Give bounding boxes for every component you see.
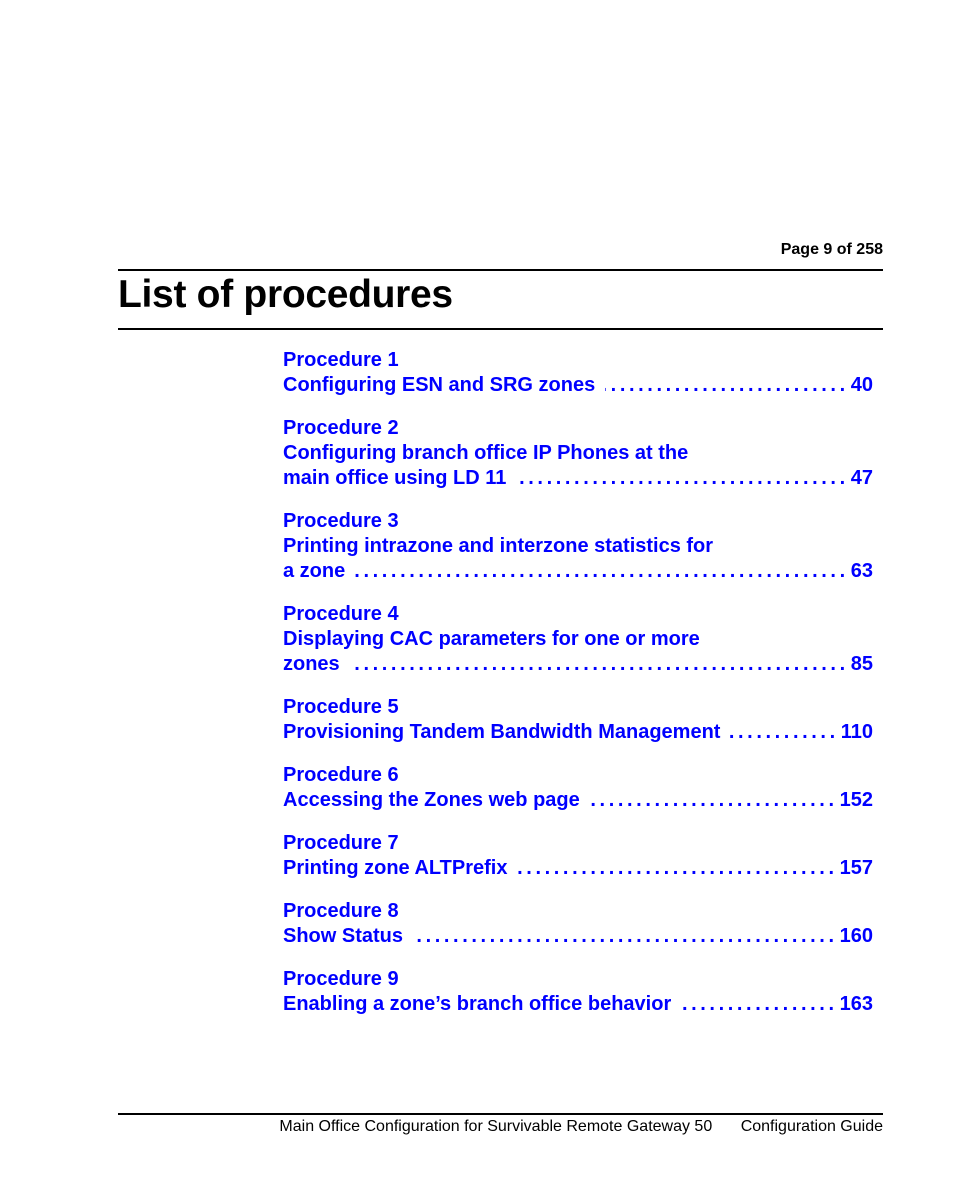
procedure-title: Show Status (283, 925, 404, 947)
procedure-label: Procedure 4 (283, 603, 399, 625)
footer-rule (118, 1113, 883, 1115)
dot-leader: ........................................… (517, 857, 838, 879)
procedure-title: Configuring ESN and SRG zones (283, 374, 596, 396)
procedure-page-number: 40 (850, 374, 873, 396)
procedure-label: Procedure 9 (283, 968, 399, 990)
procedure-toc-line: Configuring ESN and SRG zones ..........… (283, 373, 873, 398)
procedure-link-1[interactable]: Procedure 1 Configuring ESN and SRG zone… (283, 348, 873, 398)
procedure-toc-line: Show Status ............................… (283, 924, 873, 949)
procedure-page-number: 152 (839, 789, 873, 811)
procedure-label: Procedure 5 (283, 696, 399, 718)
procedure-link-3[interactable]: Procedure 3 Printing intrazone and inter… (283, 509, 873, 584)
procedure-title-line: Configuring branch office IP Phones at t… (283, 442, 689, 464)
procedure-title: Enabling a zone’s branch office behavior (283, 993, 672, 1015)
procedure-page-number: 157 (839, 857, 873, 879)
procedure-label: Procedure 2 (283, 417, 399, 439)
procedure-label: Procedure 3 (283, 510, 399, 532)
procedure-toc-line: a zone .................................… (283, 559, 873, 584)
footer-document-title: Main Office Configuration for Survivable… (279, 1118, 713, 1135)
dot-leader: ........................................… (355, 560, 849, 582)
dot-leader: ........................................… (605, 374, 849, 396)
procedure-page-number: 63 (850, 560, 873, 582)
procedure-link-6[interactable]: Procedure 6 Accessing the Zones web page… (283, 763, 873, 813)
procedure-link-8[interactable]: Procedure 8 Show Status ................… (283, 899, 873, 949)
procedure-list: Procedure 1 Configuring ESN and SRG zone… (283, 348, 873, 1035)
procedure-page-number: 163 (839, 993, 873, 1015)
dot-leader: ........................................… (516, 467, 849, 489)
procedure-toc-line: Printing zone ALTPrefix ................… (283, 856, 873, 881)
procedure-toc-line: Provisioning Tandem Bandwidth Management… (283, 720, 873, 745)
procedure-title: main office using LD 11 (283, 467, 507, 489)
dot-leader: ........................................… (681, 993, 838, 1015)
dot-leader: ........................................… (350, 653, 849, 675)
procedure-title-line: Printing intrazone and interzone statist… (283, 535, 714, 557)
procedure-toc-line: Enabling a zone’s branch office behavior… (283, 992, 873, 1017)
procedure-page-number: 85 (850, 653, 873, 675)
procedure-label: Procedure 1 (283, 349, 399, 371)
procedure-title: Provisioning Tandem Bandwidth Management (283, 721, 721, 743)
title-top-rule (118, 269, 883, 271)
title-bottom-rule (118, 328, 883, 330)
page-indicator: Page 9 of 258 (780, 241, 883, 258)
procedure-toc-line: Accessing the Zones web page ...........… (283, 788, 873, 813)
procedure-link-9[interactable]: Procedure 9 Enabling a zone’s branch off… (283, 967, 873, 1017)
footer-document-type: Configuration Guide (740, 1118, 883, 1135)
procedure-toc-line: zones ..................................… (283, 652, 873, 677)
procedure-link-2[interactable]: Procedure 2 Configuring branch office IP… (283, 416, 873, 491)
procedure-label: Procedure 8 (283, 900, 399, 922)
procedure-page-number: 160 (839, 925, 873, 947)
dot-leader: ........................................… (413, 925, 838, 947)
procedure-title-line: Displaying CAC parameters for one or mor… (283, 628, 700, 650)
procedure-link-5[interactable]: Procedure 5 Provisioning Tandem Bandwidt… (283, 695, 873, 745)
dot-leader: ........................................… (590, 789, 838, 811)
procedure-page-number: 110 (840, 721, 873, 743)
procedure-label: Procedure 7 (283, 832, 399, 854)
procedure-page-number: 47 (850, 467, 873, 489)
procedure-link-7[interactable]: Procedure 7 Printing zone ALTPrefix ....… (283, 831, 873, 881)
procedure-label: Procedure 6 (283, 764, 399, 786)
procedure-link-4[interactable]: Procedure 4 Displaying CAC parameters fo… (283, 602, 873, 677)
page-footer: Main Office Configuration for Survivable… (279, 1118, 883, 1136)
page-title: List of procedures (118, 273, 453, 316)
procedure-title: a zone (283, 560, 346, 582)
procedure-toc-line: main office using LD 11 ................… (283, 466, 873, 491)
dot-leader: ........................................… (730, 721, 839, 743)
procedure-title: Accessing the Zones web page (283, 789, 580, 811)
procedure-title: Printing zone ALTPrefix (283, 857, 508, 879)
procedure-title: zones (283, 653, 340, 675)
